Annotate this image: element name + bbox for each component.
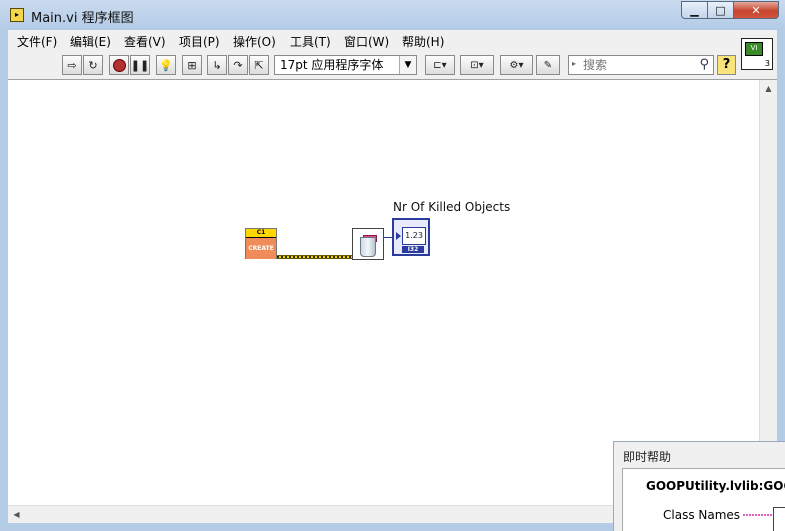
indicator-label[interactable]: Nr Of Killed Objects xyxy=(393,200,510,214)
create-node-class: C1 xyxy=(246,229,276,238)
toolbar: ⇨ ↻ ❚❚ 💡 ⊞ ↳ ↷ ⇱ 17pt 应用程序字体 ▼ ⊏▾ ⊡▾ ⚙▾ … xyxy=(8,51,777,80)
retain-wire-values-icon[interactable]: ⊞ xyxy=(182,55,202,75)
font-selector[interactable]: 17pt 应用程序字体 ▼ xyxy=(274,55,417,75)
object-wire[interactable] xyxy=(277,255,352,259)
window-controls: ▁ □ ✕ xyxy=(681,1,779,20)
maximize-button[interactable]: □ xyxy=(708,1,734,19)
menu-operate[interactable]: 操作(O) xyxy=(233,33,276,50)
context-help-body: GOOPUtility.lvlib:GOOP Class Names xyxy=(622,468,785,531)
step-out-icon[interactable]: ⇱ xyxy=(249,55,269,75)
create-object-node[interactable]: C1 CREATE xyxy=(245,228,277,259)
input-arrow-icon xyxy=(396,232,401,240)
run-arrow-icon[interactable]: ⇨ xyxy=(62,55,82,75)
font-selector-value: 17pt 应用程序字体 xyxy=(280,58,384,72)
pause-icon[interactable]: ❚❚ xyxy=(130,55,150,75)
context-help-wire xyxy=(743,514,773,516)
context-help-vi-name: GOOPUtility.lvlib:GOOP xyxy=(646,479,785,493)
run-continuously-icon[interactable]: ↻ xyxy=(83,55,103,75)
menu-help[interactable]: 帮助(H) xyxy=(402,33,444,50)
context-help-terminal: Class Names xyxy=(663,508,741,522)
highlight-execution-icon[interactable]: 💡 xyxy=(156,55,176,75)
cleanup-diagram-icon[interactable]: ✎ xyxy=(536,55,560,75)
align-objects-dropdown[interactable]: ⊏▾ xyxy=(425,55,455,75)
context-help-title: 即时帮助 xyxy=(623,450,672,464)
menu-project[interactable]: 项目(P) xyxy=(179,33,220,50)
menu-window[interactable]: 窗口(W) xyxy=(344,33,389,50)
context-help-node-icon xyxy=(773,507,785,531)
labview-block-diagram-window: ▸ Main.vi 程序框图 ▁ □ ✕ 文件(F) 编辑(E) 查看(V) 项… xyxy=(0,0,785,531)
window-title: Main.vi 程序框图 xyxy=(31,11,134,26)
reorder-dropdown[interactable]: ⚙▾ xyxy=(500,55,533,75)
step-into-icon[interactable]: ↳ xyxy=(207,55,227,75)
menu-bar: 文件(F) 编辑(E) 查看(V) 项目(P) 操作(O) 工具(T) 窗口(W… xyxy=(8,30,777,52)
vi-icon[interactable]: VI 3 xyxy=(741,38,773,70)
menu-tools[interactable]: 工具(T) xyxy=(290,33,331,50)
search-box[interactable]: ▸ ⚲ xyxy=(568,55,714,75)
indicator-type: I32 xyxy=(402,246,424,253)
trash-icon xyxy=(360,237,376,257)
search-input[interactable] xyxy=(583,57,683,72)
create-node-label: CREATE xyxy=(246,238,276,259)
context-help-button[interactable]: ? xyxy=(717,55,736,75)
indicator-display: 1.23 xyxy=(402,227,426,245)
chevron-down-icon: ▼ xyxy=(399,56,416,74)
search-arrow-icon: ▸ xyxy=(572,59,577,68)
distribute-objects-dropdown[interactable]: ⊡▾ xyxy=(460,55,494,75)
labview-app-icon: ▸ xyxy=(10,8,24,22)
delete-objects-node[interactable] xyxy=(352,228,384,260)
menu-file[interactable]: 文件(F) xyxy=(17,33,57,50)
search-icon[interactable]: ⚲ xyxy=(699,57,709,72)
step-over-icon[interactable]: ↷ xyxy=(228,55,248,75)
abort-icon[interactable] xyxy=(109,55,129,75)
title-bar: ▸ Main.vi 程序框图 ▁ □ ✕ xyxy=(0,0,785,30)
menu-edit[interactable]: 编辑(E) xyxy=(70,33,111,50)
connector-count: 3 xyxy=(764,59,770,68)
numeric-indicator-terminal[interactable]: 1.23 I32 xyxy=(392,218,430,256)
minimize-button[interactable]: ▁ xyxy=(681,1,708,19)
close-button[interactable]: ✕ xyxy=(734,1,779,19)
context-help-window[interactable]: 即时帮助 GOOPUtility.lvlib:GOOP Class Names xyxy=(613,441,785,531)
menu-view[interactable]: 查看(V) xyxy=(124,33,166,50)
vi-icon-graphic: VI xyxy=(745,42,763,56)
scroll-left-icon[interactable]: ◀ xyxy=(8,506,25,523)
scroll-up-icon[interactable]: ▲ xyxy=(760,80,777,97)
